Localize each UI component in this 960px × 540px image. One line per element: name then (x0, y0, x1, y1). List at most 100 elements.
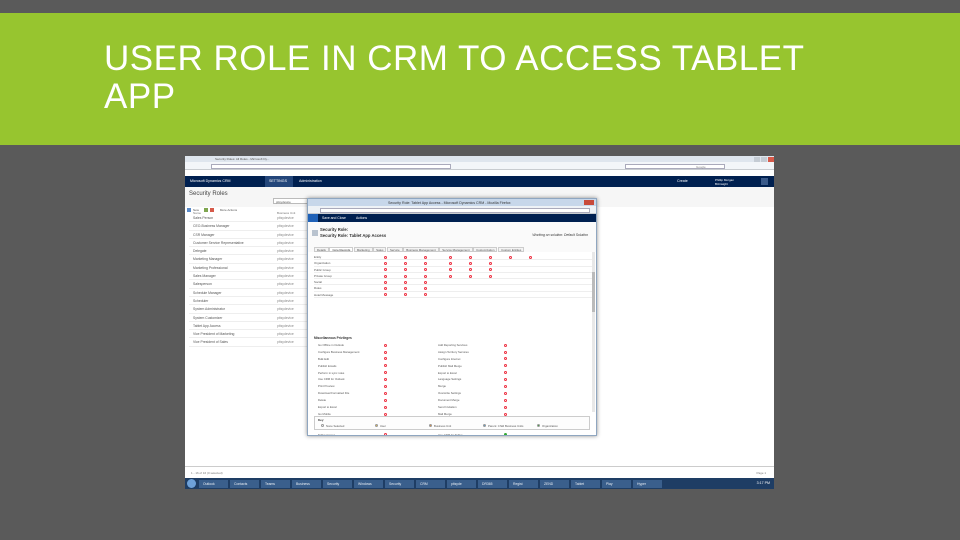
misc-privilege-toggle[interactable] (504, 364, 507, 368)
privilege-toggle[interactable] (509, 255, 512, 259)
page-indicator[interactable]: Page 1 (756, 471, 766, 475)
privilege-toggle[interactable] (424, 287, 427, 291)
privilege-toggle[interactable] (469, 261, 472, 265)
tab-custom-entities[interactable]: Custom Entities (498, 247, 525, 252)
scrollbar-thumb[interactable] (592, 272, 595, 312)
actions-button[interactable]: Actions (356, 216, 367, 221)
misc-privilege-toggle[interactable] (504, 350, 507, 354)
table-row[interactable]: Vice President of Marketing pitsydevice (189, 330, 309, 339)
privilege-toggle[interactable] (384, 287, 387, 291)
table-row[interactable]: System Administrator pitsydevice (189, 305, 309, 314)
taskbar-item[interactable]: Teams (261, 479, 290, 488)
table-row[interactable]: CSR Manager pitsydevice (189, 231, 309, 239)
privilege-toggle[interactable] (424, 280, 427, 284)
privilege-toggle[interactable] (384, 268, 387, 272)
role-name[interactable]: System Customizer (193, 314, 222, 322)
tab-business-management[interactable]: Business Management (403, 247, 439, 252)
misc-privilege-toggle[interactable] (384, 343, 387, 347)
role-name[interactable]: System Administrator (193, 305, 225, 313)
table-row[interactable]: Tablet App Access pitsydevice (189, 322, 309, 331)
tab-details[interactable]: Details (314, 247, 329, 252)
table-row[interactable]: Vice President of Sales pitsydevice (189, 338, 309, 347)
misc-privilege-toggle[interactable] (504, 378, 507, 382)
role-name[interactable]: CSR Manager (193, 231, 214, 239)
save-icon[interactable] (308, 214, 318, 222)
table-row[interactable]: System Customizer pitsydevice (189, 314, 309, 322)
privilege-toggle[interactable] (404, 268, 407, 272)
misc-privilege-toggle[interactable] (384, 371, 387, 375)
misc-privilege-toggle[interactable] (384, 398, 387, 402)
privilege-toggle[interactable] (424, 293, 427, 297)
taskbar-item[interactable]: ZEND (540, 479, 569, 488)
maximize-icon[interactable] (761, 156, 767, 162)
role-name[interactable]: Delegate (193, 247, 207, 255)
tab-sales[interactable]: Sales (373, 247, 387, 252)
privilege-toggle[interactable] (424, 261, 427, 265)
privilege-toggle[interactable] (404, 293, 407, 297)
misc-privilege-toggle[interactable] (504, 433, 507, 435)
privilege-toggle[interactable] (489, 261, 492, 265)
privilege-toggle[interactable] (469, 255, 472, 259)
role-name[interactable]: Schedule Manager (193, 289, 221, 297)
role-name[interactable]: Salesperson (193, 280, 212, 288)
role-name[interactable]: Scheduler (193, 297, 208, 305)
misc-privilege-toggle[interactable] (384, 405, 387, 409)
tab-marketing[interactable]: Marketing (353, 247, 373, 252)
privilege-toggle[interactable] (489, 255, 492, 259)
taskbar-item[interactable]: CRM (416, 479, 445, 488)
misc-privilege-toggle[interactable] (384, 364, 387, 368)
privilege-toggle[interactable] (384, 274, 387, 278)
role-name[interactable]: Tablet App Access (193, 322, 221, 330)
start-icon[interactable] (187, 479, 196, 488)
tab-service-management[interactable]: Service Management (439, 247, 473, 252)
misc-privilege-toggle[interactable] (384, 385, 387, 389)
privilege-toggle[interactable] (424, 274, 427, 278)
breadcrumb[interactable]: Administration (299, 179, 322, 183)
misc-privilege-toggle[interactable] (504, 405, 507, 409)
role-name[interactable]: Sales Person (193, 214, 213, 222)
privilege-toggle[interactable] (404, 261, 407, 265)
privilege-toggle[interactable] (424, 268, 427, 272)
table-row[interactable]: Marketing Professional pitsydevice (189, 264, 309, 273)
table-row[interactable]: Marketing Manager pitsydevice (189, 255, 309, 264)
taskbar-item[interactable]: Play (602, 479, 631, 488)
privilege-toggle[interactable] (469, 268, 472, 272)
url-input[interactable] (211, 163, 451, 169)
privilege-toggle[interactable] (489, 268, 492, 272)
role-name[interactable]: Marketing Professional (193, 264, 228, 272)
taskbar-item[interactable]: Tablet (571, 479, 600, 488)
misc-privilege-toggle[interactable] (384, 350, 387, 354)
privilege-toggle[interactable] (384, 293, 387, 297)
dialog-close-icon[interactable] (584, 199, 594, 205)
role-name[interactable]: Customer Service Representative (193, 239, 244, 247)
privilege-toggle[interactable] (384, 280, 387, 284)
taskbar-item[interactable]: Business (292, 479, 321, 488)
misc-privilege-toggle[interactable] (384, 391, 387, 395)
misc-privilege-toggle[interactable] (384, 378, 387, 382)
taskbar-item[interactable]: Security (323, 479, 352, 488)
privilege-toggle[interactable] (404, 274, 407, 278)
edit-icon[interactable] (203, 208, 208, 213)
role-name[interactable]: Vice President of Sales (193, 338, 228, 346)
misc-privilege-toggle[interactable] (504, 371, 507, 375)
app-name[interactable]: Microsoft Dynamics CRM (190, 179, 231, 183)
privilege-toggle[interactable] (384, 255, 387, 259)
settings-gear-icon[interactable] (761, 178, 768, 185)
browser-tab[interactable]: Security Roles: All Roles - Microsoft Dy… (215, 157, 269, 161)
role-name[interactable]: Vice President of Marketing (193, 330, 234, 338)
tab-customization[interactable]: Customization (473, 247, 498, 252)
taskbar-item[interactable]: pitsyde (447, 479, 476, 488)
new-icon[interactable] (187, 208, 191, 213)
taskbar-item[interactable]: Contacts (230, 479, 259, 488)
misc-privilege-toggle[interactable] (504, 385, 507, 389)
privilege-toggle[interactable] (404, 280, 407, 284)
table-row[interactable]: Scheduler pitsydevice (189, 297, 309, 306)
table-row[interactable]: Delegate pitsydevice (189, 247, 309, 256)
privilege-toggle[interactable] (424, 255, 427, 259)
table-row[interactable]: Sales Manager pitsydevice (189, 272, 309, 281)
privilege-toggle[interactable] (404, 255, 407, 259)
role-name[interactable]: CEO-Business Manager (193, 222, 230, 230)
misc-privilege-toggle[interactable] (504, 398, 507, 402)
misc-privilege-toggle[interactable] (504, 357, 507, 361)
privilege-toggle[interactable] (449, 274, 452, 278)
